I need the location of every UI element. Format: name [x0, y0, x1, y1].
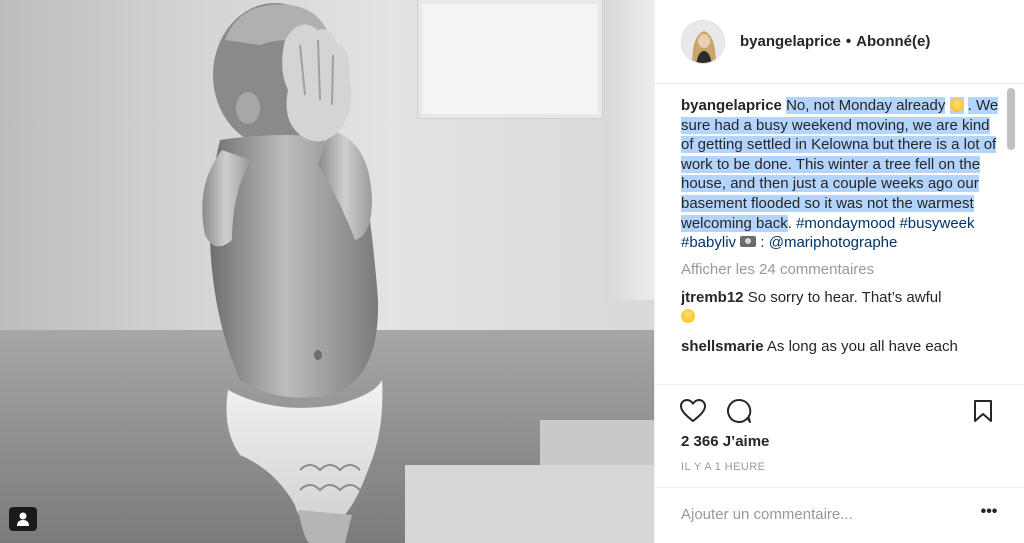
bookmark-icon	[974, 400, 992, 422]
add-comment-bar: •••	[655, 487, 1024, 543]
comment-item: shellsmarie As long as you all have each	[681, 337, 1003, 357]
person-tag-icon	[17, 512, 29, 526]
comment-text: As long as you all have each	[766, 337, 958, 355]
follow-status-button[interactable]: Abonné(e)	[856, 33, 930, 50]
likes-count[interactable]: 2 366 J’aime	[681, 433, 769, 450]
post-timestamp[interactable]: IL Y A 1 HEURE	[681, 461, 765, 473]
photo-toddler	[202, 3, 383, 543]
comment-bubble-icon	[727, 398, 752, 423]
avatar[interactable]	[681, 19, 725, 64]
author-username[interactable]: byangelaprice	[740, 33, 841, 50]
comments-scrollbar[interactable]	[1007, 88, 1015, 382]
camera-emoji-icon	[740, 236, 757, 248]
comments-list[interactable]: byangelaprice No, not Monday already . W…	[681, 96, 1003, 384]
view-all-comments-link[interactable]: Afficher les 24 commentaires	[681, 261, 1003, 278]
comment-item: jtremb12 So sorry to hear. That’s awful	[681, 288, 1003, 327]
hashtag-link[interactable]: #busyweek	[899, 215, 974, 232]
post-caption: byangelaprice No, not Monday already . W…	[681, 96, 1003, 253]
comment-text: So sorry to hear. That’s awful	[747, 288, 942, 306]
save-button[interactable]	[969, 397, 997, 425]
caption-username[interactable]: byangelaprice	[681, 97, 782, 114]
hashtag-link[interactable]: #mondaymood	[796, 215, 895, 232]
mention-link[interactable]: @mariphotographe	[769, 234, 898, 251]
post-photo[interactable]	[0, 0, 654, 543]
comment-button[interactable]	[725, 397, 753, 425]
scrollbar-thumb[interactable]	[1007, 88, 1015, 150]
avatar-image	[682, 20, 724, 63]
comment-username[interactable]: shellsmarie	[681, 338, 764, 355]
caption-text-2: . We sure had a busy weekend moving, we …	[681, 97, 999, 232]
user-tag-button[interactable]	[9, 507, 37, 531]
heart-icon	[680, 399, 706, 423]
hashtag-link[interactable]: #babyliv	[681, 234, 736, 251]
action-bar	[655, 384, 1024, 432]
sad-emoji-icon	[681, 309, 695, 324]
smile-emoji-icon	[949, 98, 964, 112]
comment-username[interactable]: jtremb12	[681, 289, 744, 306]
like-button[interactable]	[679, 397, 707, 425]
caption-period: .	[787, 214, 792, 232]
header-separator: •	[845, 33, 852, 50]
add-comment-input[interactable]	[681, 502, 961, 526]
post-details-panel: byangelaprice • Abonné(e) byangelaprice …	[654, 0, 1024, 543]
caption-text-1: No, not Monday already	[786, 97, 946, 114]
post-header: byangelaprice • Abonné(e)	[655, 0, 1024, 84]
more-options-button[interactable]: •••	[977, 502, 1001, 526]
photo-credit-separator: :	[760, 234, 765, 252]
